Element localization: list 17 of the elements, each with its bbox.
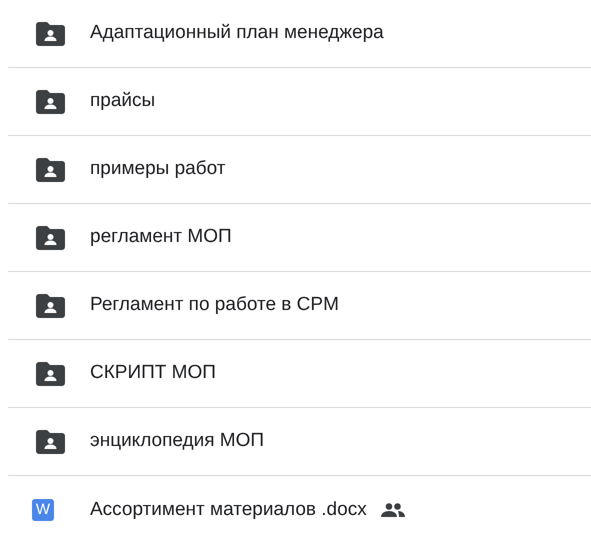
file-name[interactable]: примеры работ <box>90 155 226 184</box>
shared-folder-icon <box>36 226 65 250</box>
file-name[interactable]: энциклопедия МОП <box>90 427 264 456</box>
shared-people-icon <box>380 503 405 517</box>
shared-folder-icon <box>36 362 65 386</box>
shared-folder-icon <box>36 294 65 318</box>
shared-folder-icon <box>36 22 65 46</box>
file-name[interactable]: Адаптационный план менеджера <box>90 19 384 48</box>
word-document-icon: W <box>32 499 54 521</box>
file-name[interactable]: Ассортимент материалов .docx <box>90 496 367 524</box>
file-name[interactable]: СКРИПТ МОП <box>90 359 216 388</box>
shared-folder-icon <box>36 158 65 182</box>
file-name[interactable]: Регламент по работе в CPM <box>90 291 339 320</box>
file-name[interactable]: регламент МОП <box>90 223 232 252</box>
shared-folder-icon <box>36 430 65 454</box>
file-name[interactable]: прайсы <box>90 87 156 116</box>
shared-folder-icon <box>36 90 65 114</box>
